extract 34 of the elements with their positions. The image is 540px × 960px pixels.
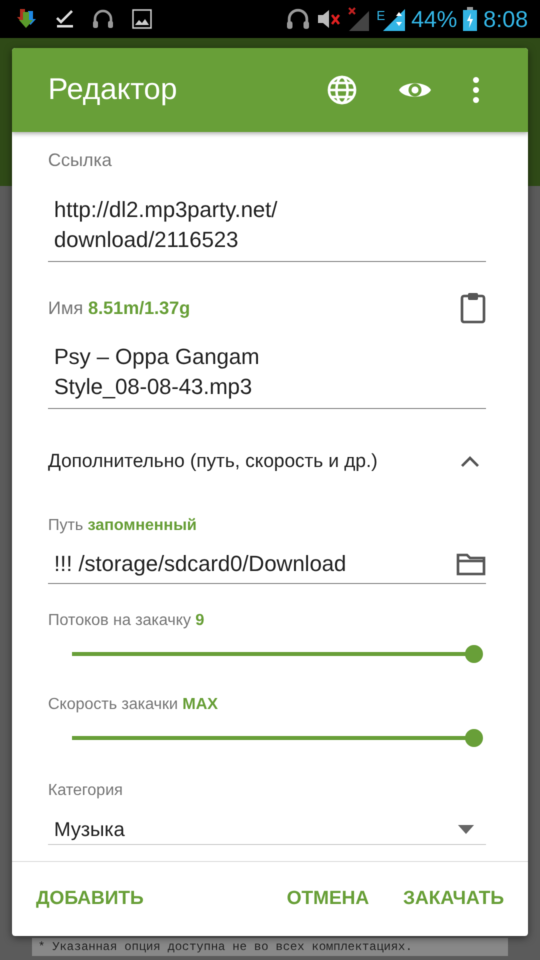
dialog-title: Редактор (48, 73, 178, 107)
slider-thumb[interactable] (465, 645, 483, 663)
clock: 8:08 (483, 6, 528, 32)
advanced-toggle[interactable]: Дополнительно (путь, скорость и др.) (48, 451, 486, 473)
chevron-icon (460, 456, 480, 468)
headphones-icon (92, 9, 114, 29)
background-note: * Указанная опция доступна не во всех комплектациях. (32, 938, 508, 956)
threads-label: Потоков на закачку 9 (48, 612, 206, 630)
clipboard-icon[interactable] (460, 292, 486, 324)
name-label: Имя 8.51m/1.37g (48, 298, 190, 318)
image-icon (132, 9, 152, 29)
name-field[interactable]: Psy – Oppa Gangam Style_08-08-43.mp3 (48, 342, 486, 409)
path-label: Путь запомненный (48, 517, 198, 535)
path-field[interactable]: !!! /storage/sdcard0/Download (48, 549, 486, 584)
signal-icon (383, 7, 406, 31)
category-label: Категория (48, 782, 124, 800)
path-value: !!! /storage/sdcard0/Download (54, 550, 346, 578)
headphones-icon (284, 8, 311, 30)
muted-speaker-icon (316, 8, 341, 30)
no-signal-icon (346, 7, 371, 31)
battery-percent: 44% (411, 6, 458, 32)
more-menu-icon[interactable] (472, 76, 480, 104)
battery-charging-icon (463, 7, 478, 31)
field-label: Ссылка (48, 150, 113, 171)
dropdown-triangle-icon (458, 825, 474, 835)
check-icon (56, 10, 74, 28)
category-dropdown[interactable]: Музыка (48, 818, 486, 845)
speed-label: Скорость закачки MAX (48, 696, 219, 714)
folder-icon[interactable] (456, 552, 486, 576)
network-type: E (376, 8, 386, 22)
globe-icon[interactable] (326, 74, 358, 106)
download-arrows-icon (16, 9, 38, 29)
slider-thumb[interactable] (465, 729, 483, 747)
link-field[interactable]: http://dl2.mp3party.net/ download/2116523 (48, 195, 486, 262)
